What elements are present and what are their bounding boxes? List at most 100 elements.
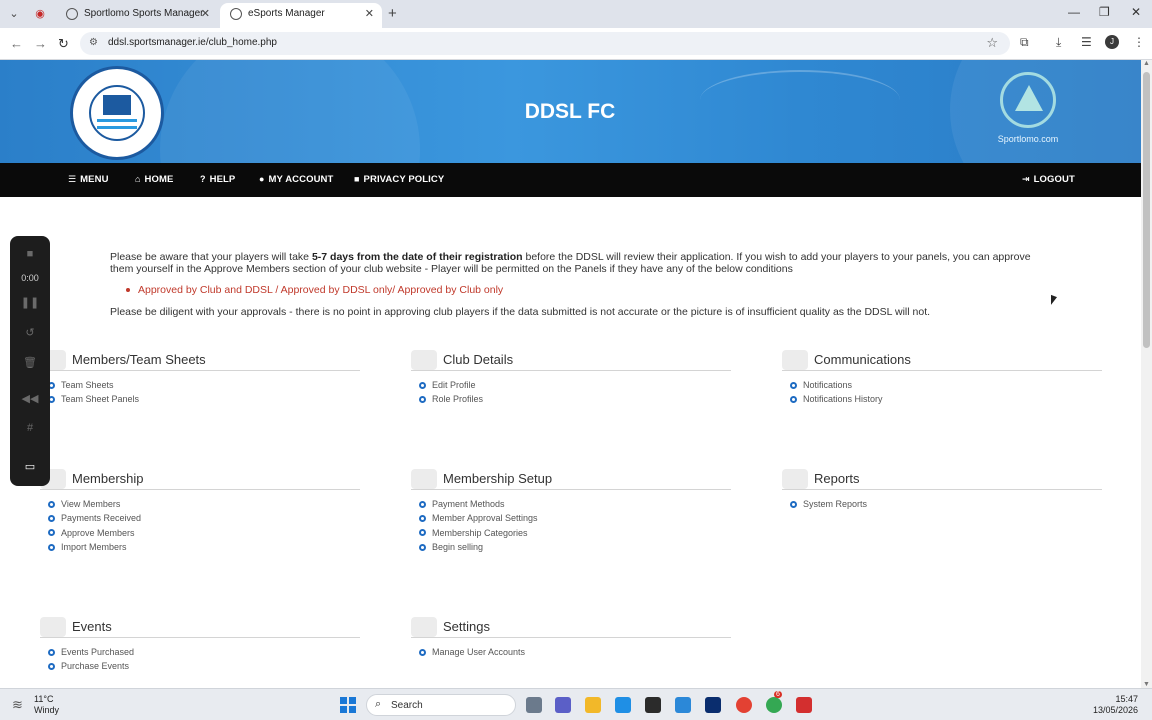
page-scrollbar[interactable]: ▲ ▼ xyxy=(1141,60,1152,688)
registration-notice: Please be aware that your players will t… xyxy=(110,251,1031,275)
recording-icon[interactable]: ◉ xyxy=(32,6,48,22)
stop-icon[interactable]: ■ xyxy=(10,248,50,260)
download-icon[interactable]: ⤓ xyxy=(1056,35,1061,50)
nav-help[interactable]: ? HELP xyxy=(200,174,235,185)
link-approve-members[interactable]: Approve Members xyxy=(48,526,141,540)
pause-icon[interactable]: ❚❚ xyxy=(10,296,50,309)
nav-my-account[interactable]: ● MY ACCOUNT xyxy=(259,174,333,185)
nav-logout[interactable]: ⇥ LOGOUT xyxy=(1022,174,1075,185)
link-import-members[interactable]: Import Members xyxy=(48,540,141,554)
approval-conditions: Approved by Club and DDSL / Approved by … xyxy=(126,284,503,296)
chrome-icon[interactable] xyxy=(736,697,752,713)
section-title: Events xyxy=(72,619,112,634)
close-tab-icon[interactable]: ✕ xyxy=(365,3,374,25)
back-icon[interactable]: ← xyxy=(10,36,23,51)
url-text: ddsl.sportsmanager.ie/club_home.php xyxy=(108,37,277,48)
acrobat-icon[interactable] xyxy=(796,697,812,713)
scrollbar-thumb[interactable] xyxy=(1143,72,1150,348)
notification-badge: 6 xyxy=(774,691,782,698)
restart-icon[interactable]: ↺ xyxy=(10,326,50,339)
close-window-icon[interactable]: ✕ xyxy=(1131,5,1141,19)
waves-icon xyxy=(97,119,137,129)
browser-menu-icon[interactable]: ⋮ xyxy=(1133,35,1145,49)
rewind-icon[interactable]: ◀◀ xyxy=(10,392,50,405)
terminal-icon[interactable] xyxy=(645,697,661,713)
remote-desktop-icon[interactable] xyxy=(675,697,691,713)
photos-icon[interactable] xyxy=(615,697,631,713)
bookmark-star-icon[interactable]: ☆ xyxy=(986,35,998,51)
globe-icon xyxy=(230,8,242,20)
link-view-members[interactable]: View Members xyxy=(48,497,141,511)
link-payments-received[interactable]: Payments Received xyxy=(48,511,141,525)
nav-privacy-policy[interactable]: ■ PRIVACY POLICY xyxy=(354,174,444,185)
tab-esports-manager[interactable]: eSports Manager ✕ xyxy=(220,3,382,28)
link-purchase-events[interactable]: Purchase Events xyxy=(48,659,134,673)
globe-icon xyxy=(66,8,78,20)
arrow-circle-icon xyxy=(48,500,55,508)
file-explorer-icon[interactable] xyxy=(585,697,601,713)
site-info-icon[interactable]: ⚙ xyxy=(89,37,98,48)
tab-title: Sportlomo Sports Manager xyxy=(84,8,204,19)
diligence-notice: Please be diligent with your approvals -… xyxy=(110,306,931,318)
link-payment-methods[interactable]: Payment Methods xyxy=(419,497,538,511)
nav-menu[interactable]: ☰ MENU xyxy=(68,174,109,185)
scroll-up-icon[interactable]: ▲ xyxy=(1143,60,1150,67)
scroll-down-icon[interactable]: ▼ xyxy=(1143,681,1150,688)
task-view-icon[interactable] xyxy=(526,697,542,713)
new-tab-icon[interactable]: + xyxy=(388,5,397,22)
tab-sportlomo[interactable]: Sportlomo Sports Manager ✕ xyxy=(56,3,218,28)
link-notifications[interactable]: Notifications xyxy=(790,378,883,392)
link-manage-user-accounts[interactable]: Manage User Accounts xyxy=(419,645,525,659)
teams-icon[interactable] xyxy=(555,697,571,713)
taskbar-date[interactable]: 13/05/2026 xyxy=(1082,705,1138,715)
arrow-circle-icon xyxy=(790,381,797,389)
link-membership-categories[interactable]: Membership Categories xyxy=(419,526,538,540)
windows-start-icon[interactable] xyxy=(340,697,356,713)
link-role-profiles[interactable]: Role Profiles xyxy=(419,392,483,406)
grid-icon[interactable]: # xyxy=(10,422,50,434)
events-list-icon xyxy=(40,617,66,637)
photoshop-icon[interactable] xyxy=(705,697,721,713)
forward-icon[interactable]: → xyxy=(34,36,47,51)
link-team-sheets[interactable]: Team Sheets xyxy=(48,378,139,392)
league-crest-logo[interactable] xyxy=(70,66,164,160)
chrome-profile-icon[interactable]: 6 xyxy=(766,691,782,713)
tab-search-chevron-icon[interactable]: ⌄ xyxy=(6,6,22,22)
link-system-reports[interactable]: System Reports xyxy=(790,497,867,511)
menu-icon: ☰ xyxy=(68,174,77,184)
minimize-icon[interactable]: — xyxy=(1068,5,1080,19)
arrow-circle-icon xyxy=(48,648,55,656)
link-edit-profile[interactable]: Edit Profile xyxy=(419,378,483,392)
media-control-icon[interactable]: ☰ xyxy=(1081,35,1092,49)
mouse-pointer-icon xyxy=(1051,294,1057,308)
sportlomo-logo[interactable] xyxy=(1000,72,1056,128)
section-title: Settings xyxy=(443,619,490,634)
taskbar-search[interactable]: ⌕ Search xyxy=(366,694,516,716)
link-member-approval-settings[interactable]: Member Approval Settings xyxy=(419,511,538,525)
profile-avatar[interactable]: J xyxy=(1105,35,1119,49)
url-field[interactable]: ⚙ ddsl.sportsmanager.ie/club_home.php ☆ xyxy=(80,32,1010,55)
reload-icon[interactable]: ↻ xyxy=(58,36,69,52)
extensions-icon[interactable]: ⧉ xyxy=(1020,35,1029,50)
gears-icon xyxy=(411,469,437,489)
arrow-circle-icon xyxy=(790,395,797,403)
wind-icon[interactable]: ≋ xyxy=(12,697,23,713)
link-team-sheet-panels[interactable]: Team Sheet Panels xyxy=(48,392,139,406)
excel-report-icon xyxy=(782,469,808,489)
screen-recorder-widget: ■ 0:00 ❚❚ ↺ 🗑 ◀◀ # ▭ xyxy=(10,236,50,486)
taskbar-time[interactable]: 15:47 xyxy=(1090,694,1138,704)
link-events-purchased[interactable]: Events Purchased xyxy=(48,645,134,659)
browser-tab-strip: ⌄ ◉ Sportlomo Sports Manager ✕ eSports M… xyxy=(0,0,1152,28)
close-tab-icon[interactable]: ✕ xyxy=(201,3,210,25)
arrow-circle-icon xyxy=(48,514,55,522)
notice-emphasis: 5-7 days from the date of their registra… xyxy=(311,251,523,263)
nav-home[interactable]: ⌂ HOME xyxy=(135,174,173,185)
restore-icon[interactable]: ❐ xyxy=(1099,5,1110,19)
link-begin-selling[interactable]: Begin selling xyxy=(419,540,538,554)
arrow-circle-icon xyxy=(419,543,426,551)
windows-taskbar: ≋ 11°C Windy ⌕ Search 6 15:47 13/05/2026 xyxy=(0,688,1152,720)
trash-icon[interactable]: 🗑 xyxy=(10,356,50,369)
arrow-circle-icon xyxy=(419,648,426,656)
link-notifications-history[interactable]: Notifications History xyxy=(790,392,883,406)
camera-icon[interactable]: ▭ xyxy=(10,460,50,473)
